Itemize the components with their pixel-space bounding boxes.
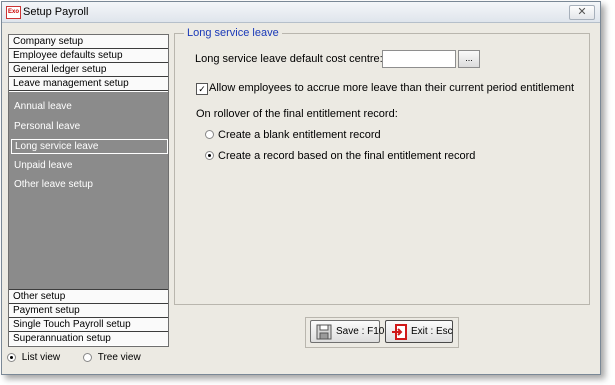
exit-button[interactable]: Exit : Esc <box>385 320 453 343</box>
cost-centre-browse-button[interactable]: ... <box>458 50 480 68</box>
leave-management-panel: Annual leave Personal leave Long service… <box>9 92 168 289</box>
save-disk-icon <box>316 324 332 348</box>
save-button[interactable]: Save : F10 <box>310 320 384 343</box>
nav-item-superannuation-setup[interactable]: Superannuation setup <box>9 332 168 345</box>
nav-bottom-group: Other setup Payment setup Single Touch P… <box>9 289 168 345</box>
nav-item-employee-defaults-setup[interactable]: Employee defaults setup <box>9 49 168 63</box>
window-title: Setup Payroll <box>23 6 89 18</box>
cost-centre-label: Long service leave default cost centre: <box>195 53 383 65</box>
exit-door-icon <box>391 324 407 348</box>
nav-item-leave-management-setup[interactable]: Leave management setup <box>9 77 168 91</box>
setup-navigation-list: Company setup Employee defaults setup Ge… <box>8 34 169 347</box>
close-button[interactable]: ✕ <box>569 5 595 20</box>
record-based-on-final-radio[interactable] <box>205 151 214 160</box>
title-bar: Exo Setup Payroll ✕ <box>2 2 600 23</box>
section-title: Long service leave <box>184 27 282 39</box>
nav-subitem-annual-leave[interactable]: Annual leave <box>11 100 166 114</box>
accrue-more-leave-label[interactable]: Allow employees to accrue more leave tha… <box>209 82 574 94</box>
nav-item-general-ledger-setup[interactable]: General ledger setup <box>9 63 168 77</box>
nav-item-payment-setup[interactable]: Payment setup <box>9 304 168 318</box>
rollover-heading: On rollover of the final entitlement rec… <box>196 108 398 120</box>
view-options: List view Tree view <box>7 352 141 363</box>
nav-item-single-touch-payroll-setup[interactable]: Single Touch Payroll setup <box>9 318 168 332</box>
close-icon: ✕ <box>577 6 587 18</box>
nav-subitem-other-leave-setup[interactable]: Other leave setup <box>11 178 166 192</box>
nav-subitem-personal-leave[interactable]: Personal leave <box>11 120 166 134</box>
exo-app-icon: Exo <box>6 6 21 19</box>
tree-view-radio[interactable] <box>82 352 92 362</box>
blank-entitlement-radio[interactable] <box>205 130 214 139</box>
nav-subitem-long-service-leave[interactable]: Long service leave <box>11 139 168 154</box>
nav-item-company-setup[interactable]: Company setup <box>9 35 168 49</box>
list-view-label[interactable]: List view <box>22 352 60 363</box>
list-view-radio[interactable] <box>7 352 16 362</box>
long-service-leave-group <box>174 33 590 305</box>
record-based-on-final-label[interactable]: Create a record based on the final entit… <box>218 150 475 162</box>
save-button-label: Save : F10 <box>336 326 385 337</box>
tree-view-label[interactable]: Tree view <box>98 352 141 363</box>
cost-centre-input[interactable] <box>382 50 456 68</box>
exit-button-label: Exit : Esc <box>411 326 453 337</box>
blank-entitlement-label[interactable]: Create a blank entitlement record <box>218 129 381 141</box>
nav-subitem-unpaid-leave[interactable]: Unpaid leave <box>11 159 166 173</box>
accrue-more-leave-checkbox[interactable]: ✓ <box>196 83 208 95</box>
nav-item-other-setup[interactable]: Other setup <box>9 289 168 304</box>
